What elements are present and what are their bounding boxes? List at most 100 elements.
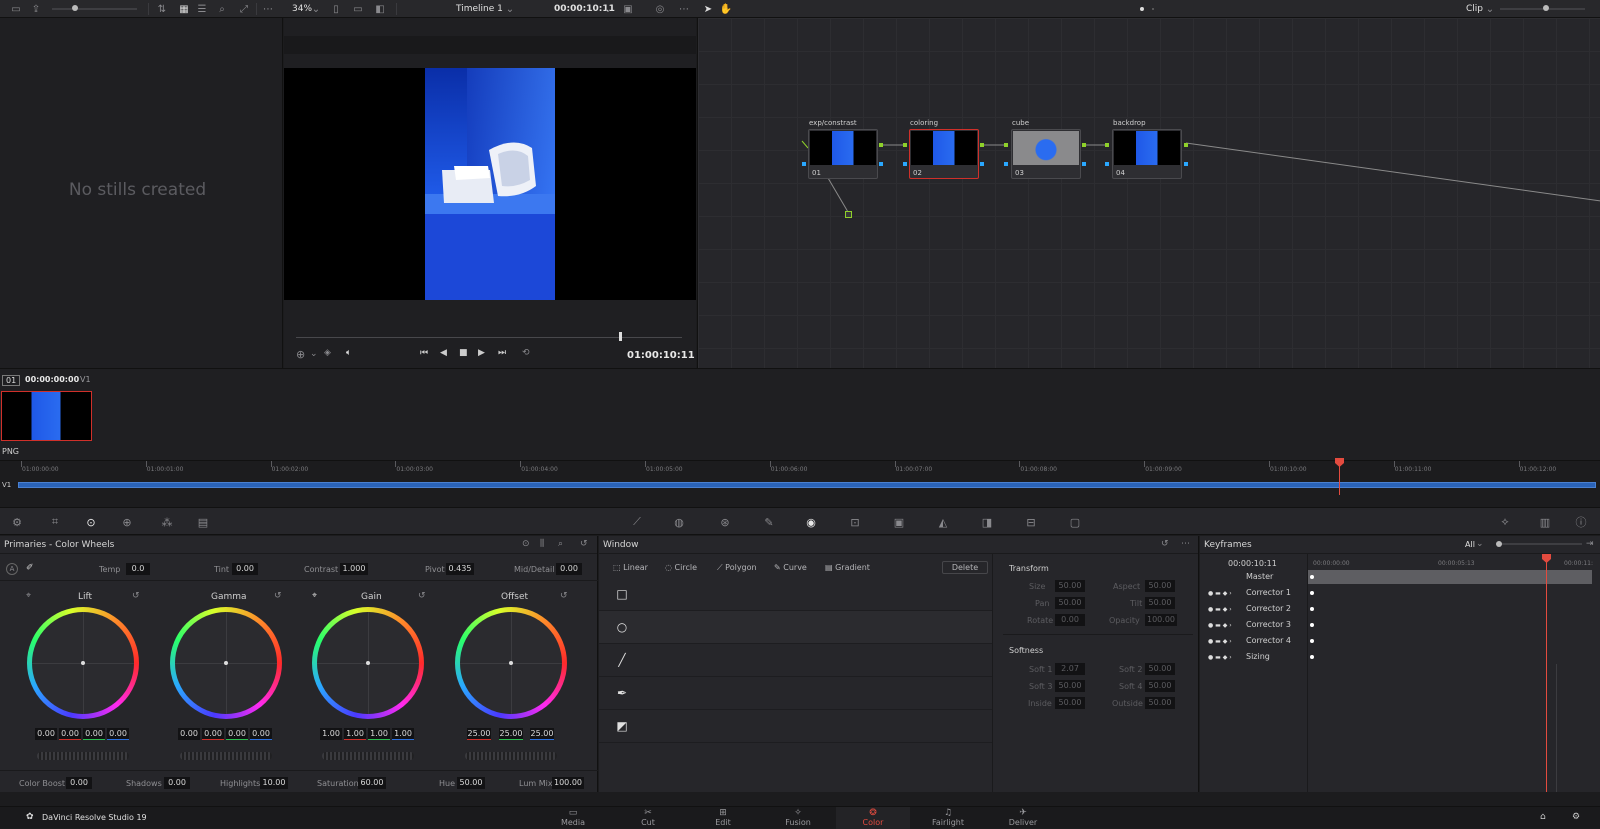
color-space-icon[interactable]: ◎	[654, 3, 666, 15]
node-input-port[interactable]	[802, 162, 806, 166]
wipe-view-icon[interactable]: ◧	[374, 3, 386, 15]
hdr-icon[interactable]: ⊕	[120, 515, 134, 529]
kf-row-sizing[interactable]: ● ▬ ◆ › Sizing	[1200, 650, 1600, 665]
node-output-port[interactable]	[980, 143, 984, 147]
keyframe-dot[interactable]	[1310, 655, 1314, 659]
kf-row-corrector-1[interactable]: ● ▬ ◆ › Corrector 1	[1200, 586, 1600, 601]
kf-toggle-icon[interactable]: ● ▬ ◆ ›	[1208, 622, 1232, 629]
node-output-port[interactable]	[879, 162, 883, 166]
blur-icon[interactable]: ◭	[936, 515, 950, 529]
curves-icon[interactable]: ⟋	[630, 515, 644, 529]
delete-button[interactable]: Delete	[942, 561, 988, 574]
window-row-polygon[interactable]: ╱	[599, 644, 992, 677]
color-warper-icon[interactable]: ◍	[672, 515, 686, 529]
playhead-marker[interactable]	[1335, 458, 1344, 467]
keyframe-dot[interactable]	[1310, 639, 1314, 643]
node-03[interactable]: 03	[1011, 129, 1081, 179]
slider-handle[interactable]	[1496, 541, 1502, 547]
chevron-down-icon[interactable]: ⌄	[1484, 3, 1496, 15]
reset-icon[interactable]: ↺	[274, 591, 282, 601]
keyframe-dot[interactable]	[1310, 591, 1314, 595]
kf-toggle-icon[interactable]: ● ▬ ◆ ›	[1208, 638, 1232, 645]
lift-b-field[interactable]: 0.00	[107, 728, 129, 740]
kf-row-corrector-4[interactable]: ● ▬ ◆ › Corrector 4	[1200, 634, 1600, 649]
gain-jog-wheel[interactable]	[322, 752, 414, 760]
offset-wheel[interactable]	[455, 607, 567, 719]
offset-jog-wheel[interactable]	[465, 752, 557, 760]
gain-g-field[interactable]: 1.00	[368, 728, 390, 740]
pivot-field[interactable]: 0.435	[446, 563, 474, 575]
chevron-down-icon[interactable]: ⌄	[1476, 539, 1484, 549]
thumbnail-size-slider[interactable]	[52, 8, 137, 10]
hue-field[interactable]: 50.00	[457, 777, 485, 789]
node-input-port[interactable]	[1004, 143, 1008, 147]
slider-handle[interactable]	[1543, 5, 1549, 11]
volume-icon[interactable]: 🔈︎	[346, 348, 351, 358]
layers-icon[interactable]: ◈	[324, 348, 331, 358]
node-input-port[interactable]	[1004, 162, 1008, 166]
soft4-field[interactable]: 50.00	[1145, 680, 1175, 692]
window-icon[interactable]: ◉	[804, 515, 818, 529]
offset-g-field[interactable]: 25.00	[499, 728, 523, 740]
node-output-port[interactable]	[1082, 143, 1086, 147]
kf-toggle-icon[interactable]: ● ▬ ◆ ›	[1208, 606, 1232, 613]
offset-b-field[interactable]: 25.00	[530, 728, 554, 740]
gallery-icon[interactable]: ▭	[10, 3, 22, 15]
node-output-port[interactable]	[1184, 143, 1188, 147]
opacity-field[interactable]: 100.00	[1145, 614, 1177, 626]
gain-wheel[interactable]	[312, 607, 424, 719]
viewer-mode-icon[interactable]: ▣	[622, 3, 634, 15]
fullscreen-icon[interactable]: ⤢	[238, 3, 250, 15]
sort-icon[interactable]: ⇅	[156, 3, 168, 15]
more-icon[interactable]: ⋯	[1181, 539, 1190, 549]
search-icon[interactable]: ⌕	[216, 3, 228, 15]
tab-deliver[interactable]: ✈ Deliver	[986, 807, 1060, 829]
lift-jog-wheel[interactable]	[37, 752, 129, 760]
tilt-field[interactable]: 50.00	[1145, 597, 1175, 609]
color-match-icon[interactable]: ⌗	[48, 515, 62, 529]
timeline-clip-bar[interactable]	[18, 482, 1596, 488]
camera-raw-icon[interactable]: ⚙	[10, 515, 24, 529]
slider-handle[interactable]	[72, 5, 78, 11]
tab-cut[interactable]: ✂ Cut	[611, 807, 685, 829]
node-output-port[interactable]	[1082, 162, 1086, 166]
viewer-scrubber[interactable]	[296, 337, 682, 338]
motion-effects-icon[interactable]: ▤	[196, 515, 210, 529]
node-input-port[interactable]	[903, 162, 907, 166]
gamma-jog-wheel[interactable]	[180, 752, 272, 760]
reverse-icon[interactable]: ◀	[440, 348, 447, 358]
aspect-field[interactable]: 50.00	[1145, 580, 1175, 592]
offset-r-field[interactable]: 25.00	[467, 728, 491, 740]
outside-field[interactable]: 50.00	[1145, 697, 1175, 709]
keyframes-filter[interactable]: All	[1465, 540, 1475, 549]
tab-fusion[interactable]: ✧ Fusion	[761, 807, 835, 829]
node-input-port[interactable]	[1105, 143, 1109, 147]
tab-media[interactable]: ▭ Media	[536, 807, 610, 829]
loop-icon[interactable]: ⟲	[522, 348, 530, 358]
node-input-port[interactable]	[903, 143, 907, 147]
tab-fairlight[interactable]: ♫ Fairlight	[911, 807, 985, 829]
window-row-gradient[interactable]: ◩	[599, 710, 992, 743]
qualifier-icon[interactable]: ✎	[762, 515, 776, 529]
temp-field[interactable]: 0.0	[126, 563, 150, 575]
wheels-mode-icon[interactable]: ⊙	[522, 539, 530, 549]
node-output-port[interactable]	[1184, 162, 1188, 166]
clip-thumbnail[interactable]	[1, 391, 92, 441]
viewer-zoom[interactable]: 34%	[292, 4, 312, 14]
line-window-icon[interactable]: ╱	[615, 653, 629, 667]
tab-color[interactable]: ❂ Color	[836, 807, 910, 829]
node-output-port[interactable]	[879, 143, 883, 147]
picker-icon[interactable]: ✐	[26, 563, 34, 573]
playhead-timecode[interactable]: 01:00:10:11	[627, 350, 695, 361]
keyframes-zoom-slider[interactable]	[1497, 543, 1582, 545]
node-01[interactable]: 01	[808, 129, 878, 179]
colorboost-field[interactable]: 0.00	[66, 777, 92, 789]
gear-icon[interactable]: ⚙	[1572, 812, 1580, 822]
reset-icon[interactable]: ↺	[580, 539, 588, 549]
polygon-tool[interactable]: ⟋ Polygon	[717, 563, 757, 573]
chevron-down-icon[interactable]: ⌄	[602, 3, 614, 15]
lift-r-field[interactable]: 0.00	[59, 728, 81, 740]
reset-icon[interactable]: ↺	[418, 591, 426, 601]
chevron-down-icon[interactable]: ⌄	[310, 349, 318, 359]
pan-field[interactable]: 50.00	[1055, 597, 1085, 609]
